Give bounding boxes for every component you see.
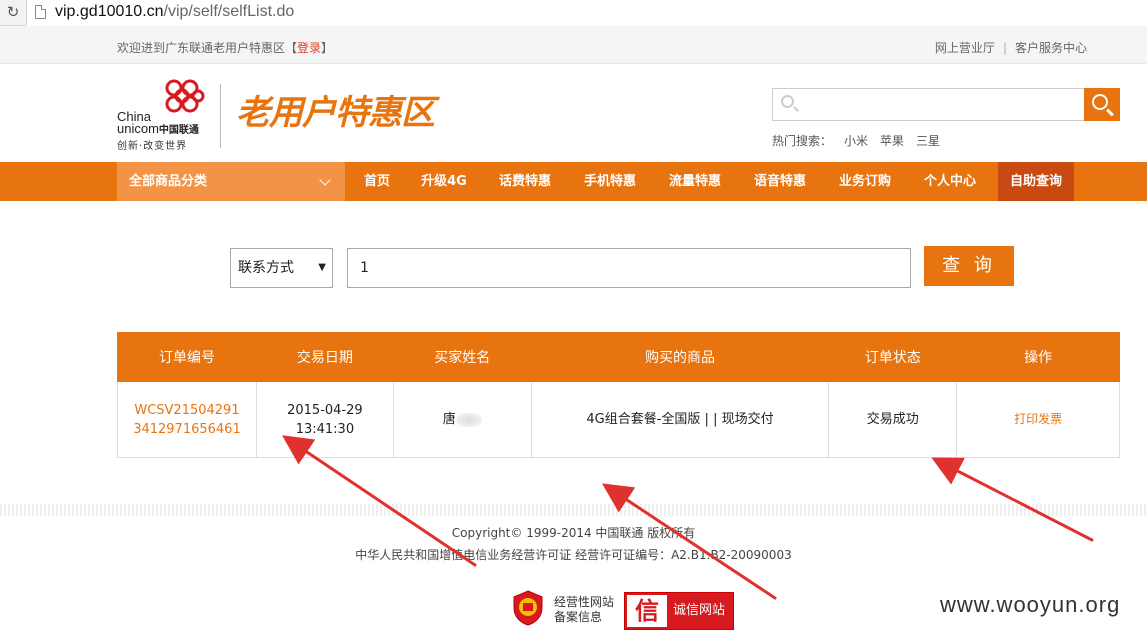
url-field[interactable]: vip.gd10010.cn/vip/self/selfList.do (26, 0, 1147, 26)
top-links: 网上营业厅 | 客户服务中心 (935, 39, 1087, 56)
license-text: 中华人民共和国增值电信业务经营许可证 经营许可证编号：A2.B1.B2-2009… (355, 548, 792, 562)
url-host: vip.gd10010.cn (55, 3, 164, 20)
logo-slogan: 创新·改变世界 (117, 141, 188, 152)
credit-icon: 信 (627, 595, 667, 627)
welcome-text: 欢迎进到广东联通老用户特惠区【登录】 (117, 39, 333, 56)
order-no-line2[interactable]: 3412971656461 (133, 422, 241, 437)
col-action: 操作 (956, 332, 1120, 382)
nav-item-self-query[interactable]: 自助查询 (998, 162, 1074, 201)
nav-item-home[interactable]: 首页 (348, 162, 406, 201)
footer-divider (0, 504, 1147, 516)
trade-time: 13:41:30 (295, 421, 355, 437)
gov-badge-icon[interactable] (512, 590, 544, 626)
col-date: 交易日期 (255, 332, 394, 382)
hot-keyword-apple[interactable]: 苹果 (880, 134, 904, 148)
all-categories-menu[interactable]: 全部商品分类 (117, 162, 345, 201)
status-cell: 交易成功 (828, 381, 958, 458)
search-icon (1092, 94, 1108, 110)
table-row: WCSV21504291 3412971656461 2015-04-29 13:4… (117, 381, 1120, 458)
query-type-value: 联系方式 (238, 260, 294, 276)
col-buyer: 买家姓名 (392, 332, 532, 382)
hot-keyword-xiaomi[interactable]: 小米 (844, 134, 868, 148)
print-invoice-link[interactable]: 打印发票 (1014, 412, 1062, 426)
page-icon (35, 5, 46, 19)
nav-item-service-order[interactable]: 业务订购 (826, 162, 904, 201)
main-nav: 全部商品分类 首页 升级4G 话费特惠 手机特惠 流量特惠 语音特惠 业务订购 … (0, 162, 1147, 201)
badge1-line1: 经营性网站 (554, 595, 615, 609)
customer-service-link[interactable]: 客户服务中心 (1015, 41, 1087, 55)
hot-search: 热门搜索： 小米 苹果 三星 (772, 132, 940, 149)
top-bar: 欢迎进到广东联通老用户特惠区【登录】 网上营业厅 | 客户服务中心 (0, 26, 1147, 64)
zone-title: 老用户特惠区 (236, 93, 435, 133)
date-cell: 2015-04-29 13:41:30 (255, 381, 394, 458)
search-button[interactable] (1084, 88, 1120, 121)
watermark: www.wooyun.org (940, 592, 1121, 617)
business-site-badge[interactable]: 经营性网站 备案信息 (554, 595, 614, 625)
welcome-label: 欢迎进到广东联通老用户特惠区【 (117, 41, 298, 55)
divider: | (1002, 41, 1007, 55)
col-product: 购买的商品 (530, 332, 830, 382)
welcome-bracket: 】 (321, 41, 334, 55)
redaction-blur (455, 412, 482, 427)
credit-site-label: 诚信网站 (673, 603, 726, 618)
hot-keyword-samsung[interactable]: 三星 (916, 134, 940, 148)
online-hall-link[interactable]: 网上营业厅 (935, 41, 995, 55)
query-button[interactable]: 查 询 (924, 246, 1014, 286)
col-order-no: 订单编号 (117, 332, 257, 382)
logo-unicom-text: unicom中国联通 (117, 122, 199, 138)
query-input[interactable]: 1 (347, 248, 911, 288)
nav-item-fee-deals[interactable]: 话费特惠 (486, 162, 564, 201)
action-cell: 打印发票 (956, 381, 1120, 458)
nav-item-phone-deals[interactable]: 手机特惠 (571, 162, 649, 201)
unicom-knot-icon[interactable] (160, 78, 208, 120)
reload-icon[interactable]: ↻ (4, 3, 22, 21)
all-categories-label: 全部商品分类 (129, 174, 208, 189)
site-header: China unicom中国联通 创新·改变世界 老用户特惠区 热门搜索： 小米苹… (0, 64, 1147, 162)
url-text: vip.gd10010.cn/vip/self/selfList.do (55, 3, 294, 21)
url-path: /vip/self/selfList.do (163, 3, 295, 20)
order-no-cell[interactable]: WCSV21504291 3412971656461 (117, 381, 257, 458)
search-placeholder-icon (781, 95, 794, 108)
badge1-line2: 备案信息 (554, 610, 603, 624)
table-header-row: 订单编号 交易日期 买家姓名 购买的商品 订单状态 操作 (117, 332, 1120, 382)
logo-unicom-cn: 中国联通 (158, 125, 199, 136)
logo-unicom-en: unicom (117, 121, 159, 136)
order-table: 订单编号 交易日期 买家姓名 购买的商品 订单状态 操作 WCSV2150429… (117, 332, 1120, 458)
logo-divider (220, 84, 221, 148)
chevron-down-icon (319, 174, 331, 186)
dropdown-arrow-icon: ▼ (318, 262, 326, 273)
copyright-text: Copyright© 1999-2014 中国联通 版权所有 (451, 526, 696, 540)
col-status: 订单状态 (828, 332, 958, 382)
login-link[interactable]: 登录 (297, 41, 321, 55)
browser-address-bar: ↻ vip.gd10010.cn/vip/self/selfList.do (0, 0, 1147, 26)
buyer-cell: 唐 (392, 381, 532, 458)
trade-date: 2015-04-29 (287, 402, 363, 418)
nav-item-data-deals[interactable]: 流量特惠 (656, 162, 734, 201)
hot-search-label: 热门搜索： (772, 134, 833, 148)
order-no-line1[interactable]: WCSV21504291 (134, 403, 239, 418)
nav-item-personal-center[interactable]: 个人中心 (911, 162, 989, 201)
search-input[interactable] (772, 88, 1084, 121)
buyer-name: 唐 (442, 412, 456, 427)
nav-item-voice-deals[interactable]: 语音特惠 (741, 162, 819, 201)
query-type-select[interactable]: 联系方式 ▼ (230, 248, 333, 288)
credit-site-badge[interactable]: 信 诚信网站 (624, 592, 734, 630)
nav-item-upgrade-4g[interactable]: 升级4G (410, 162, 478, 201)
product-cell: 4G组合套餐-全国版 | | 现场交付 (530, 381, 830, 458)
